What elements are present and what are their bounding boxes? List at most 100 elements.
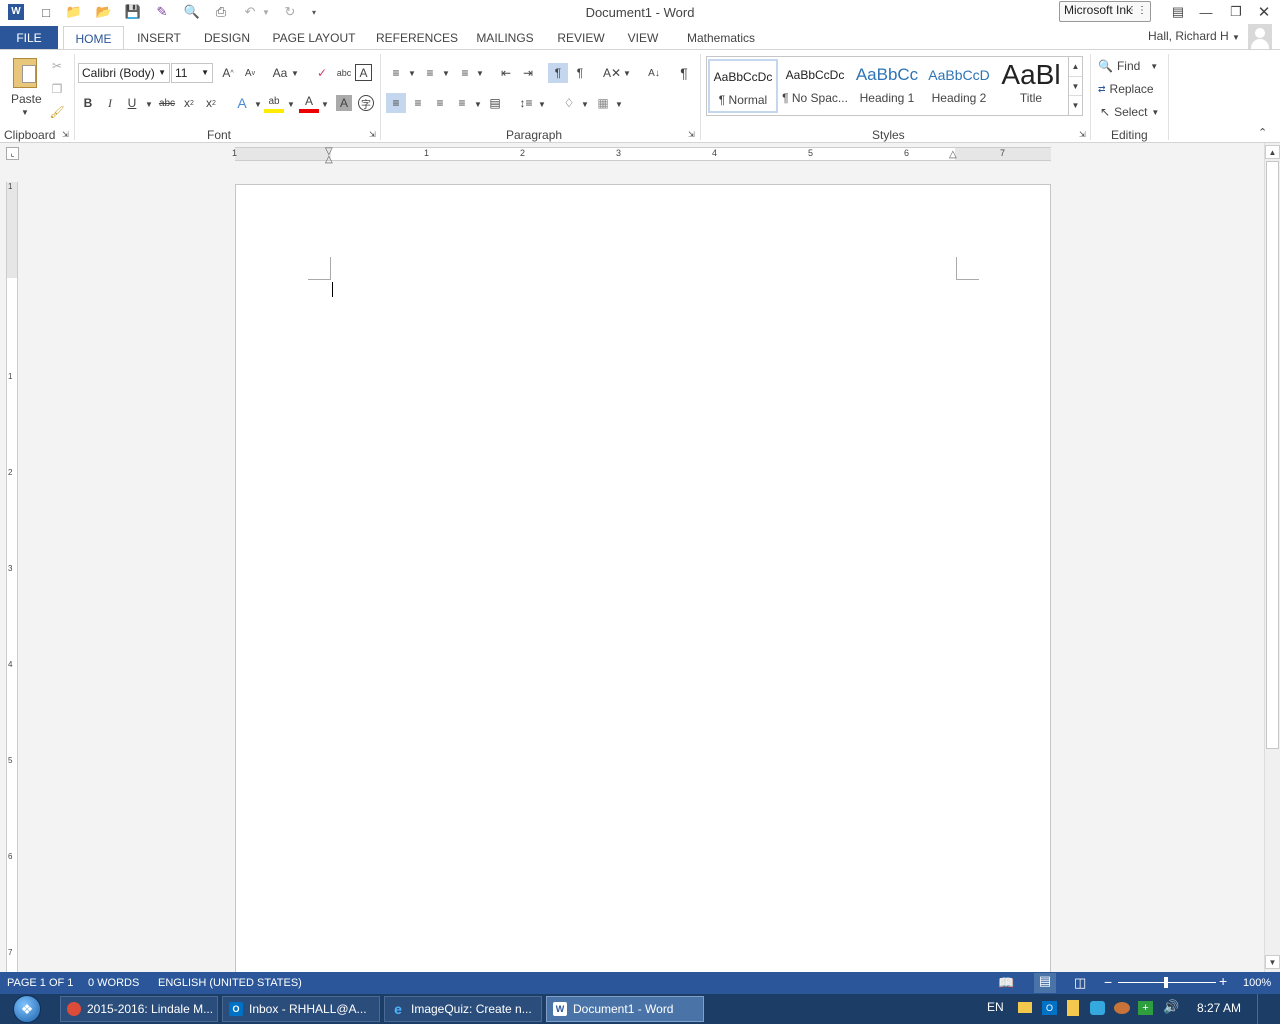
font-color-icon[interactable]: A [299, 93, 319, 113]
find-button[interactable]: 🔍 Find ▼ [1098, 56, 1158, 76]
zoom-in-icon[interactable]: + [1219, 973, 1227, 989]
horizontal-ruler[interactable]: 1 1 2 3 4 5 6 7 ▽ △ △ [232, 146, 1051, 165]
line-spacing-dropdown-icon[interactable]: ▼ [538, 100, 546, 109]
styles-scroll-up-icon[interactable]: ▲ [1069, 57, 1082, 76]
clock[interactable]: 8:27 AM [1197, 1001, 1241, 1015]
borders-icon[interactable]: ▦ [593, 93, 613, 113]
subscript-icon[interactable]: x2 [179, 93, 199, 113]
copy-icon[interactable]: ❐ [47, 79, 67, 99]
character-border-icon[interactable]: A [355, 64, 372, 81]
microsoft-ink-button[interactable]: Microsoft Ink ⋮⋮ [1059, 1, 1151, 22]
paste-icon[interactable] [8, 56, 42, 92]
document-page[interactable] [235, 184, 1051, 984]
security-tray-icon[interactable]: + [1138, 1001, 1153, 1015]
web-layout-icon[interactable]: ◫ [1074, 975, 1086, 991]
taskbar-item-word[interactable]: W Document1 - Word [546, 996, 704, 1022]
numbering-dropdown-icon[interactable]: ▼ [442, 69, 450, 78]
style-normal[interactable]: AaBbCcDc ¶ Normal [708, 59, 778, 113]
taskbar-item-chrome[interactable]: 2015-2016: Lindale M... [60, 996, 218, 1022]
italic-icon[interactable]: I [100, 93, 120, 113]
asian-layout-dropdown-icon[interactable]: ▼ [623, 69, 631, 78]
ribbon-display-options-icon[interactable]: ▤ [1165, 3, 1191, 21]
language-status[interactable]: ENGLISH (UNITED STATES) [158, 977, 302, 989]
styles-scroll-down-icon[interactable]: ▼ [1069, 76, 1082, 95]
tab-home[interactable]: HOME [63, 26, 124, 51]
taskbar-item-outlook[interactable]: O Inbox - RHHALL@A... [222, 996, 380, 1022]
print-layout-icon[interactable]: ▤ [1034, 973, 1056, 993]
scroll-thumb[interactable] [1266, 161, 1279, 749]
close-icon[interactable]: ✕ [1251, 3, 1277, 21]
mail-tray-icon[interactable] [1018, 1002, 1032, 1013]
strikethrough-icon[interactable]: abc [157, 93, 177, 113]
shading-icon[interactable]: ♢ [559, 93, 579, 113]
taskbar-item-ie[interactable]: e ImageQuiz: Create n... [384, 996, 542, 1022]
scroll-up-icon[interactable]: ▲ [1265, 145, 1280, 159]
tab-mailings[interactable]: MAILINGS [472, 26, 538, 50]
font-name-select[interactable]: Calibri (Body) ▼ [78, 63, 170, 83]
cut-icon[interactable]: ✂ [47, 56, 67, 76]
numbering-icon[interactable]: ≡ [420, 63, 440, 83]
enclose-characters-icon[interactable]: 字 [358, 95, 374, 111]
tab-review[interactable]: REVIEW [555, 26, 607, 50]
highlight-icon[interactable]: ab [264, 93, 284, 113]
underline-icon[interactable]: U [122, 93, 142, 113]
underline-dropdown-icon[interactable]: ▼ [145, 100, 153, 109]
style-no-spacing[interactable]: AaBbCcDc ¶ No Spac... [780, 59, 850, 113]
tab-mathematics[interactable]: Mathematics [680, 26, 762, 50]
increase-indent-icon[interactable]: ⇥ [518, 63, 538, 83]
format-painter-icon[interactable]: 🖌 [47, 102, 67, 122]
show-hide-marks-icon[interactable]: ¶ [674, 63, 694, 83]
text-effects-icon[interactable]: A [232, 93, 252, 113]
bold-icon[interactable]: B [78, 93, 98, 113]
font-launcher-icon[interactable]: ⇲ [369, 130, 376, 139]
hanging-indent-marker[interactable]: △ [325, 154, 333, 165]
input-language[interactable]: EN [987, 1000, 1004, 1014]
start-button[interactable]: ❖ [6, 994, 48, 1024]
justify-dropdown-icon[interactable]: ▼ [474, 100, 482, 109]
multilevel-list-dropdown-icon[interactable]: ▼ [476, 69, 484, 78]
style-heading-1[interactable]: AaBbCc Heading 1 [852, 59, 922, 113]
font-color-dropdown-icon[interactable]: ▼ [321, 100, 329, 109]
styles-more-icon[interactable]: ▼ [1069, 95, 1082, 114]
user-name[interactable]: Hall, Richard H ▼ [1148, 29, 1240, 43]
change-case-dropdown-icon[interactable]: ▼ [291, 69, 299, 78]
decrease-indent-icon[interactable]: ⇤ [496, 63, 516, 83]
style-heading-2[interactable]: AaBbCcD Heading 2 [924, 59, 994, 113]
style-title[interactable]: AaBl Title [996, 59, 1066, 113]
clipboard-launcher-icon[interactable]: ⇲ [62, 130, 69, 139]
tab-design[interactable]: DESIGN [200, 26, 254, 50]
outlook-tray-icon[interactable]: O [1042, 1001, 1057, 1015]
restore-icon[interactable]: ❐ [1223, 3, 1249, 21]
distributed-icon[interactable]: ▤ [485, 93, 505, 113]
font-size-select[interactable]: 11 ▼ [171, 63, 213, 83]
superscript-icon[interactable]: x2 [201, 93, 221, 113]
tab-view[interactable]: VIEW [624, 26, 662, 50]
align-center-icon[interactable]: ≡ [408, 93, 428, 113]
paste-button[interactable]: Paste [11, 92, 42, 106]
shrink-font-icon[interactable]: Av [240, 63, 260, 83]
tab-selector-icon[interactable]: ⌞ [6, 147, 19, 160]
change-case-icon[interactable]: Aa [270, 63, 290, 83]
replace-button[interactable]: ⇄ Replace [1098, 79, 1154, 99]
tab-references[interactable]: REFERENCES [376, 26, 458, 50]
zoom-out-icon[interactable]: − [1104, 974, 1112, 990]
phonetic-guide-icon[interactable]: abc [334, 63, 354, 83]
paragraph-launcher-icon[interactable]: ⇲ [688, 130, 695, 139]
line-spacing-icon[interactable]: ↕≡ [516, 93, 536, 113]
text-effects-dropdown-icon[interactable]: ▼ [254, 100, 262, 109]
tab-insert[interactable]: INSERT [134, 26, 184, 50]
align-right-icon[interactable]: ≡ [430, 93, 450, 113]
vertical-scrollbar[interactable]: ▲ ▼ [1264, 143, 1280, 972]
right-to-left-icon[interactable]: ¶ [570, 63, 590, 83]
collapse-ribbon-icon[interactable]: ⌃ [1258, 126, 1267, 139]
clear-formatting-icon[interactable]: ✓ [312, 63, 332, 83]
show-desktop-button[interactable] [1257, 994, 1280, 1024]
bullets-dropdown-icon[interactable]: ▼ [408, 69, 416, 78]
minimize-icon[interactable]: — [1193, 3, 1219, 21]
zoom-level[interactable]: 100% [1243, 977, 1271, 989]
justify-icon[interactable]: ≡ [452, 93, 472, 113]
highlight-dropdown-icon[interactable]: ▼ [287, 100, 295, 109]
sync-tray-icon[interactable] [1114, 1002, 1130, 1014]
sort-icon[interactable]: A↓ [644, 63, 664, 83]
grow-font-icon[interactable]: A ^ [218, 63, 238, 83]
